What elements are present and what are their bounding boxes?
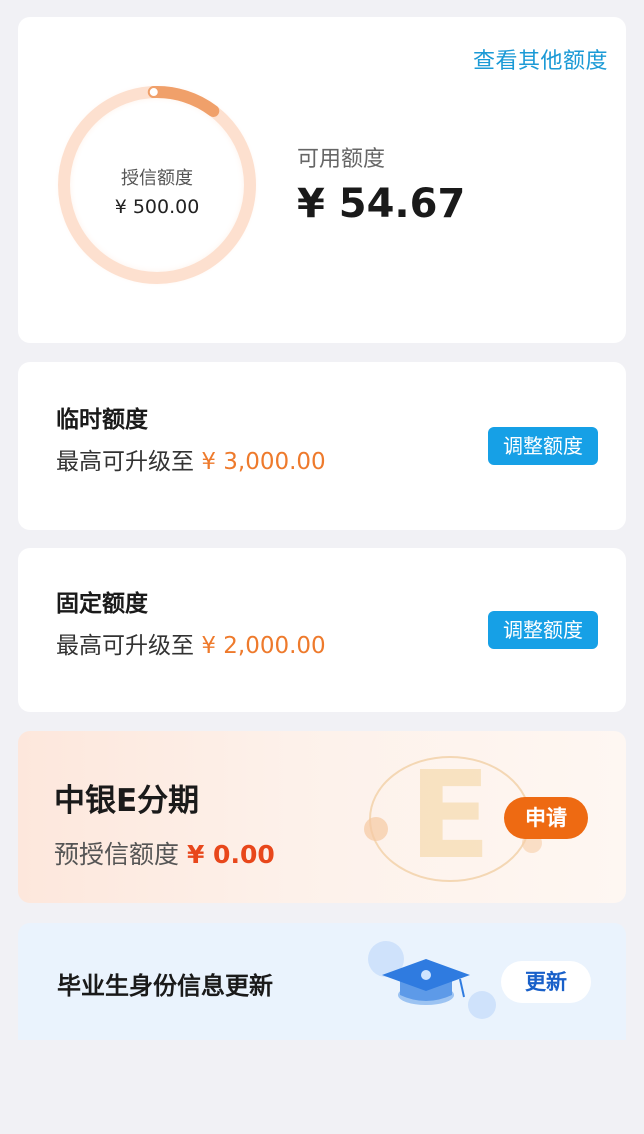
pre-credit-label: 预授信额度 — [54, 840, 187, 869]
apply-button[interactable]: 申请 — [504, 797, 588, 839]
fixed-quota-subtitle: 最高可升级至 ¥ 2,000.00 — [56, 626, 326, 660]
pre-credit-subtitle: 预授信额度 ¥ 0.00 — [54, 835, 275, 871]
temporary-quota-title: 临时额度 — [56, 407, 148, 433]
fixed-max-amount: ¥ 2,000.00 — [201, 633, 326, 659]
graduate-update-title: 毕业生身份信息更新 — [57, 972, 273, 1000]
credit-limit-label: 授信额度 — [121, 168, 193, 189]
available-label: 可用额度 — [297, 147, 386, 172]
ring-knob — [149, 88, 158, 97]
update-button[interactable]: 更新 — [501, 961, 591, 1003]
temporary-max-amount: ¥ 3,000.00 — [201, 449, 326, 475]
adjust-fixed-quota-button[interactable]: 调整额度 — [488, 611, 598, 649]
temporary-quota-subtitle: 最高可升级至 ¥ 3,000.00 — [56, 442, 326, 476]
fixed-quota-title: 固定额度 — [56, 591, 148, 617]
credit-card: 查看其他额度 授信额度 ¥ 500.00 可用额度 ¥ 54.67 — [18, 17, 626, 343]
adjust-temporary-quota-button[interactable]: 调整额度 — [488, 427, 598, 465]
view-other-quota-link[interactable]: 查看其他额度 — [473, 43, 608, 75]
pre-credit-amount: ¥ 0.00 — [186, 840, 275, 869]
credit-limit-amount: ¥ 500.00 — [114, 196, 200, 218]
credit-ring: 授信额度 ¥ 500.00 — [54, 82, 260, 288]
e-installment-card[interactable]: E 中银E分期 预授信额度 ¥ 0.00 申请 — [18, 731, 626, 903]
graduate-update-card[interactable]: 毕业生身份信息更新 更新 — [18, 923, 626, 1040]
available-amount: ¥ 54.67 — [297, 181, 466, 227]
graduation-cap-icon — [368, 941, 496, 1019]
e-letter-decor: E — [409, 747, 491, 886]
upgrade-prefix: 最高可升级至 — [56, 633, 202, 659]
upgrade-prefix: 最高可升级至 — [56, 449, 202, 475]
fixed-quota-card: 固定额度 最高可升级至 ¥ 2,000.00 调整额度 — [18, 548, 626, 712]
e-installment-title: 中银E分期 — [54, 783, 200, 819]
temporary-quota-card: 临时额度 最高可升级至 ¥ 3,000.00 调整额度 — [18, 362, 626, 530]
